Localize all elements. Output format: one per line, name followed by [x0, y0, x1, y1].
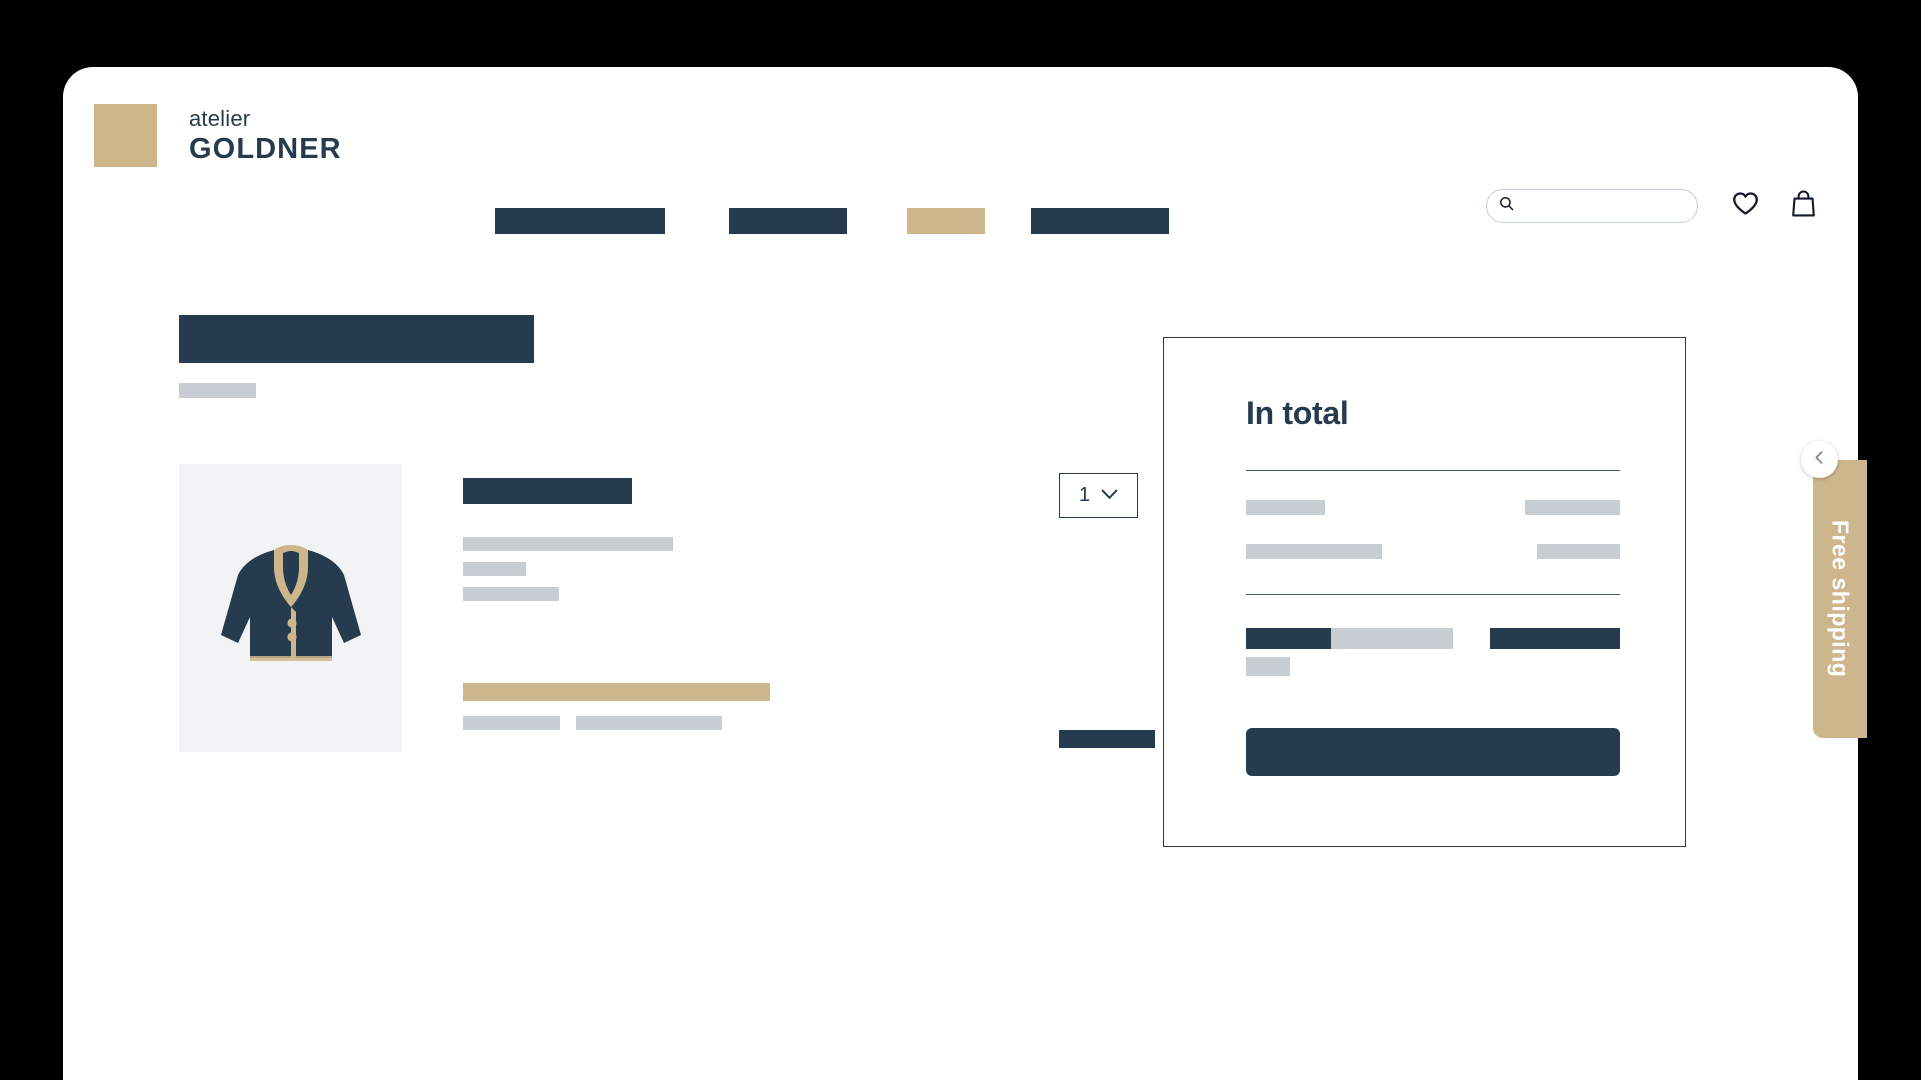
nav-item-3[interactable]: [907, 208, 985, 234]
product-info: [463, 478, 983, 730]
product-title-redacted[interactable]: [463, 478, 632, 504]
free-shipping-tab[interactable]: Free shipping: [1813, 460, 1867, 738]
brand-name: GOLDNER: [189, 132, 342, 165]
brand-top-line: atelier: [189, 105, 251, 131]
product-meta-1-redacted[interactable]: [463, 716, 560, 730]
product-detail-line-3-redacted: [463, 587, 559, 601]
search-input[interactable]: [1521, 198, 1685, 214]
brand-logo[interactable]: atelier GOLDNER: [94, 104, 342, 167]
navy-blazer-icon: [216, 523, 366, 693]
summary-total-subnote-redacted: [1246, 657, 1290, 676]
chevron-down-icon: [1101, 487, 1118, 505]
product-detail-line-2-redacted: [463, 562, 526, 576]
page-subtitle-redacted: [179, 383, 256, 398]
summary-total-row: [1246, 628, 1620, 649]
product-thumbnail[interactable]: [179, 464, 402, 752]
order-summary-title: In total: [1246, 395, 1349, 431]
summary-line-2: [1246, 544, 1620, 559]
nav-item-3-label-redacted: [907, 208, 985, 234]
free-shipping-collapse-button[interactable]: [1801, 441, 1838, 478]
nav-item-4-label-redacted: [1031, 208, 1169, 234]
shopping-bag-icon: [1791, 190, 1816, 222]
summary-line-1-label-redacted: [1246, 500, 1325, 515]
chevron-left-icon: [1812, 450, 1827, 470]
search-box[interactable]: [1486, 189, 1698, 223]
header-tools: [1486, 189, 1820, 223]
search-icon: [1499, 196, 1514, 216]
heart-icon: [1732, 191, 1759, 221]
wishlist-button[interactable]: [1728, 189, 1762, 223]
page-title-redacted: [179, 315, 534, 363]
nav-item-1-label-redacted: [495, 208, 665, 234]
free-shipping-label: Free shipping: [1827, 520, 1854, 678]
product-promo-redacted: [463, 683, 770, 701]
main-navigation: [495, 208, 1169, 234]
quantity-select[interactable]: 1: [1059, 473, 1138, 518]
page-title-block: [179, 315, 534, 398]
nav-item-4[interactable]: [1031, 208, 1169, 234]
order-summary-content: In total: [1246, 395, 1620, 781]
nav-item-2-label-redacted: [729, 208, 847, 234]
summary-total-label-group: [1246, 628, 1453, 649]
nav-item-1[interactable]: [495, 208, 665, 234]
brand-mark-icon: [94, 104, 157, 167]
brand-text: atelier GOLDNER: [189, 105, 342, 165]
order-summary-panel: In total: [1163, 337, 1686, 847]
summary-divider-bottom: [1246, 594, 1620, 595]
summary-line-2-label-redacted: [1246, 544, 1382, 559]
product-detail-line-1-redacted: [463, 537, 673, 551]
product-meta-row: [463, 716, 983, 730]
summary-total-note-redacted: [1331, 628, 1453, 649]
summary-line-1: [1246, 500, 1620, 515]
browser-page-surface: atelier GOLDNER 1 In total: [63, 67, 1858, 1080]
summary-line-2-value-redacted: [1537, 544, 1620, 559]
summary-total-value-redacted: [1490, 628, 1620, 649]
summary-line-1-value-redacted: [1525, 500, 1620, 515]
nav-item-2[interactable]: [729, 208, 847, 234]
quantity-value: 1: [1078, 484, 1091, 506]
product-price-redacted: [1059, 730, 1155, 748]
summary-divider-top: [1246, 470, 1620, 471]
screen: atelier GOLDNER 1 In total Free shipping: [0, 0, 1921, 1080]
summary-total-label-redacted: [1246, 628, 1331, 649]
checkout-button[interactable]: [1246, 728, 1620, 776]
product-meta-2-redacted[interactable]: [576, 716, 722, 730]
site-header: atelier GOLDNER: [63, 67, 1858, 234]
cart-button[interactable]: [1786, 189, 1820, 223]
